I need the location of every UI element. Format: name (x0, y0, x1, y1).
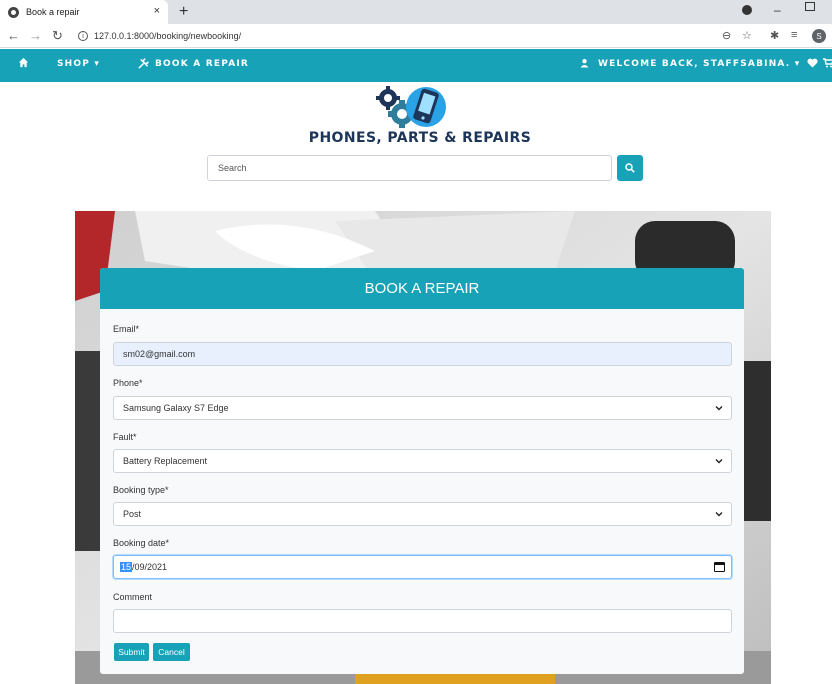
comment-field[interactable] (113, 609, 732, 633)
email-field[interactable]: sm02@gmail.com (113, 342, 732, 366)
chevron-down-icon (715, 406, 723, 411)
booking-date-day: 15 (120, 562, 133, 572)
email-label: Email* (113, 324, 140, 334)
url-field[interactable]: i 127.0.0.1:8000/booking/newbooking/ (78, 27, 718, 45)
profile-dot-icon[interactable] (742, 5, 752, 15)
submit-button[interactable]: Submit (114, 643, 149, 661)
form-title: BOOK A REPAIR (100, 268, 744, 309)
site-navbar: SHOP ▾ BOOK A REPAIR WELCOME BACK, STAFF… (0, 49, 832, 82)
booking-type-value: Post (123, 509, 142, 519)
reload-icon[interactable]: ↻ (52, 28, 63, 44)
search-icon (625, 163, 635, 173)
home-icon[interactable] (18, 57, 29, 71)
browser-tab-strip: Book a repair × + – (0, 0, 832, 24)
fault-value: Battery Replacement (123, 456, 208, 466)
user-icon (580, 58, 589, 71)
phone-select[interactable]: Samsung Galaxy S7 Edge (113, 396, 732, 420)
fault-select[interactable]: Battery Replacement (113, 449, 732, 473)
booking-form-card: BOOK A REPAIR Email* sm02@gmail.com Phon… (100, 268, 744, 674)
browser-tab[interactable]: Book a repair × (0, 0, 168, 24)
fault-label: Fault* (113, 432, 137, 442)
wrench-icon (138, 58, 149, 72)
globe-icon (8, 6, 19, 18)
forward-icon[interactable]: → (29, 28, 42, 43)
profile-avatar[interactable]: S (812, 29, 826, 43)
address-bar: ← → ↻ i 127.0.0.1:8000/booking/newbookin… (0, 24, 832, 48)
comment-label: Comment (113, 592, 153, 602)
nav-shop[interactable]: SHOP ▾ (57, 59, 100, 69)
maximize-button[interactable] (805, 2, 815, 11)
search-button[interactable] (617, 155, 643, 181)
minimize-button[interactable]: – (774, 3, 781, 17)
reading-list-icon[interactable]: ≡ (791, 29, 797, 41)
logo-image (372, 84, 450, 130)
extensions-icon[interactable]: ✱ (770, 29, 779, 42)
heart-icon[interactable] (807, 58, 818, 71)
booking-date-rest: /09/2021 (132, 562, 168, 572)
back-icon[interactable]: ← (7, 28, 20, 43)
chevron-down-icon (715, 512, 723, 517)
cart-icon[interactable] (823, 58, 832, 71)
chevron-down-icon (715, 459, 723, 464)
brand-title: PHONES, PARTS & REPAIRS (308, 130, 532, 146)
booking-type-label: Booking type* (113, 485, 169, 495)
search-input[interactable] (207, 155, 612, 181)
url-text[interactable]: 127.0.0.1:8000/booking/newbooking/ (94, 31, 241, 41)
new-tab-button[interactable]: + (179, 3, 188, 21)
nav-book-repair[interactable]: BOOK A REPAIR (155, 59, 249, 69)
phone-value: Samsung Galaxy S7 Edge (123, 403, 229, 413)
zoom-icon[interactable]: ⊖ (722, 29, 731, 42)
tab-close-button[interactable]: × (154, 5, 160, 17)
booking-date-input[interactable]: 15/09/2021 (113, 555, 732, 579)
info-icon[interactable]: i (78, 31, 88, 41)
star-icon[interactable]: ☆ (742, 29, 752, 42)
booking-type-select[interactable]: Post (113, 502, 732, 526)
tab-title: Book a repair (26, 7, 80, 17)
email-value: sm02@gmail.com (123, 349, 196, 359)
calendar-icon[interactable] (714, 562, 725, 572)
booking-date-label: Booking date* (113, 538, 170, 548)
nav-welcome-user[interactable]: WELCOME BACK, STAFFSABINA. ▾ (598, 59, 800, 69)
phone-label: Phone* (113, 378, 143, 388)
phone-icon (406, 87, 446, 127)
cancel-button[interactable]: Cancel (153, 643, 190, 661)
